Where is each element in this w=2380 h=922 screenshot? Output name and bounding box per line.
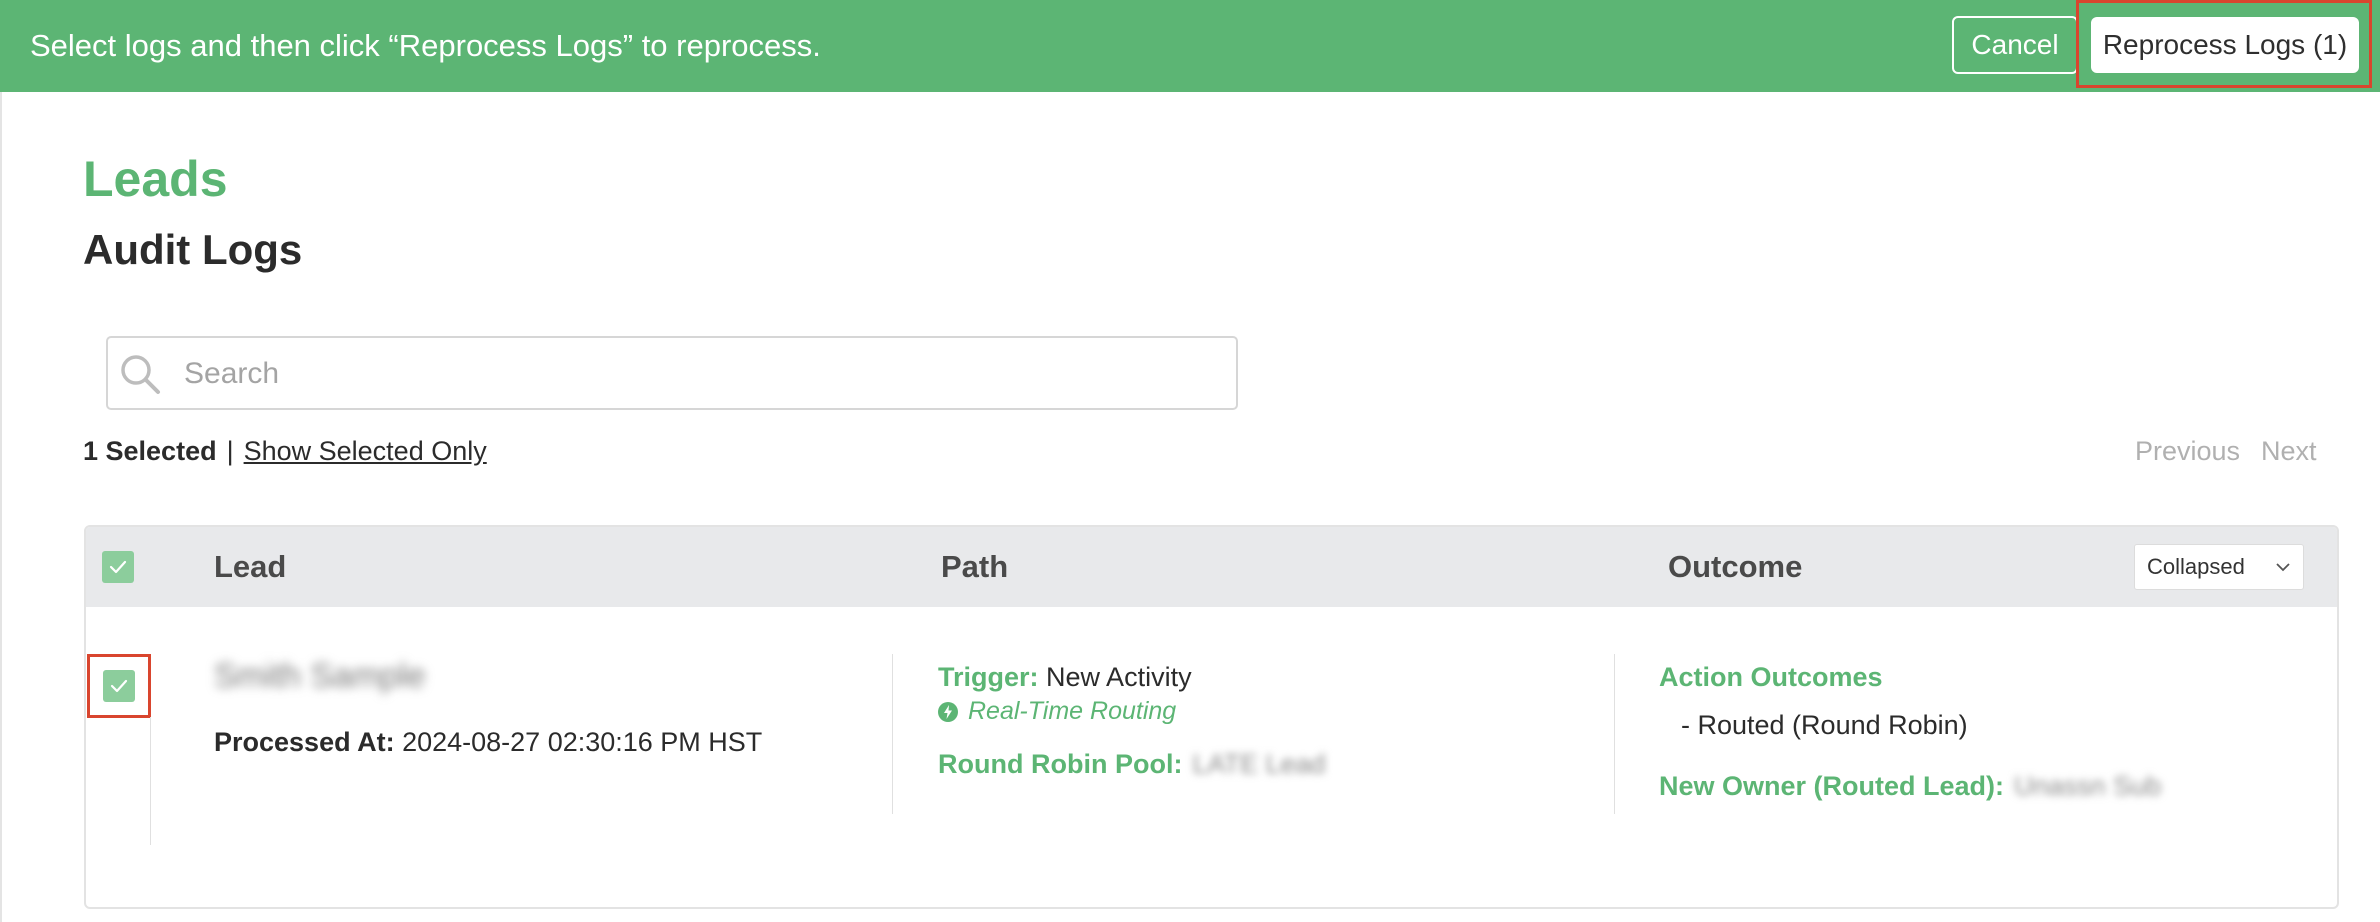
cancel-button[interactable]: Cancel	[1952, 16, 2078, 74]
column-header-lead[interactable]: Lead	[214, 527, 286, 607]
next-page-button[interactable]: Next	[2261, 436, 2317, 467]
search-icon	[121, 355, 160, 394]
search-input[interactable]	[182, 348, 1226, 400]
column-header-path[interactable]: Path	[941, 527, 1008, 607]
show-selected-only-link[interactable]: Show Selected Only	[244, 436, 487, 466]
row-checkbox[interactable]	[103, 670, 135, 702]
search-box	[106, 336, 1238, 410]
owner-value[interactable]: Unassn Sub	[2014, 771, 2161, 802]
row-divider	[150, 717, 151, 845]
processed-at: Processed At: 2024-08-27 02:30:16 PM HST	[214, 727, 762, 758]
lead-name-link[interactable]: Smith Sample	[214, 657, 426, 696]
action-outcomes-title: Action Outcomes	[1659, 662, 1883, 692]
audit-log-table: Lead Path Outcome Collapsed Smith Sample…	[84, 525, 2339, 909]
trigger-value: New Activity	[1046, 662, 1192, 692]
page-subtitle: Audit Logs	[83, 226, 303, 273]
reprocess-logs-button[interactable]: Reprocess Logs (1)	[2091, 17, 2359, 73]
reprocess-banner: Select logs and then click “Reprocess Lo…	[0, 0, 2380, 92]
lightning-icon	[938, 701, 958, 722]
view-mode-value: Collapsed	[2147, 554, 2245, 579]
banner-message: Select logs and then click “Reprocess Lo…	[30, 28, 821, 63]
new-owner: New Owner (Routed Lead): Unassn Sub	[1659, 771, 2161, 802]
checkmark-icon	[109, 560, 127, 574]
owner-label: New Owner (Routed Lead):	[1659, 771, 2005, 801]
chevron-down-icon	[2276, 563, 2290, 572]
trigger-label: Trigger:	[938, 662, 1039, 692]
column-divider	[1614, 654, 1615, 814]
column-header-outcome[interactable]: Outcome	[1668, 527, 1802, 607]
outcome-item: - Routed (Round Robin)	[1681, 710, 1968, 740]
table-header: Lead Path Outcome Collapsed	[86, 527, 2337, 607]
selection-separator: |	[226, 436, 234, 466]
column-divider	[892, 654, 893, 814]
pool-label: Round Robin Pool:	[938, 749, 1183, 779]
view-mode-select[interactable]: Collapsed	[2134, 544, 2304, 590]
processed-at-label: Processed At:	[214, 727, 395, 757]
page-title: Leads	[83, 151, 228, 207]
row-checkbox-highlight	[87, 654, 151, 718]
round-robin-pool: Round Robin Pool: LATE Lead	[938, 749, 1326, 780]
reprocess-button-highlight: Reprocess Logs (1)	[2076, 0, 2372, 88]
routing-mode: Real-Time Routing	[938, 697, 1176, 726]
previous-page-button[interactable]: Previous	[2135, 436, 2240, 467]
trigger: Trigger: New Activity	[938, 662, 1192, 693]
pool-value[interactable]: LATE Lead	[1192, 749, 1325, 780]
select-all-checkbox[interactable]	[102, 551, 134, 583]
processed-at-value: 2024-08-27 02:30:16 PM HST	[402, 727, 763, 757]
selection-bar: 1 Selected | Show Selected Only	[83, 436, 487, 467]
selected-count: 1 Selected	[83, 436, 217, 466]
routing-mode-value: Real-Time Routing	[968, 697, 1177, 725]
checkmark-icon	[110, 679, 128, 693]
